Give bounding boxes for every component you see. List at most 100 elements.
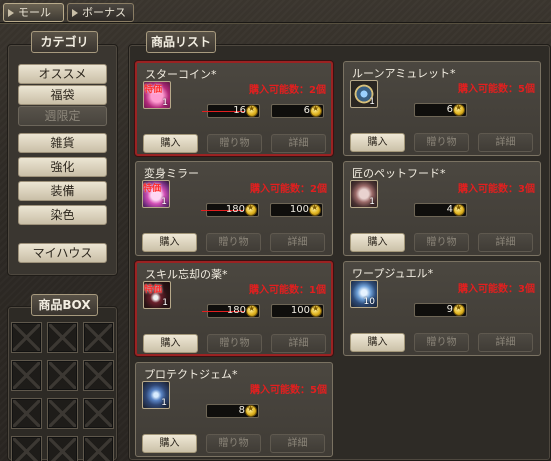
sale-price: 8 [206,404,259,418]
category-recommended[interactable]: オススメ [18,64,107,84]
product-name: ワープジュエル* [352,267,434,280]
sale-price: 100 [271,304,324,318]
category-title: カテゴリ [31,31,98,53]
gift-button: 贈り物 [414,333,469,352]
protect-gem-icon[interactable]: 1 [142,381,170,409]
item-quantity: 1 [369,197,375,207]
star-coin-icon [246,304,258,317]
gift-button: 贈り物 [207,334,262,353]
product-card: ルーンアミュレット* 購入可能数：5個 1 6 購入 贈り物 詳細 [343,61,541,156]
category-misc[interactable]: 雑貨 [18,133,107,153]
product-list-panel: スターコイン* 購入可能数：2個 特価 1 16 6 購入 贈り物 詳細 ルーン… [128,44,551,461]
box-slot[interactable] [83,436,114,461]
buy-button[interactable]: 購入 [350,133,405,152]
detail-button: 詳細 [271,334,326,353]
box-slot[interactable] [47,436,78,461]
special-price-badge: 特価 [143,184,162,194]
star-coin-icon [246,104,258,117]
star-coin-icon[interactable]: 特価 1 [143,81,171,109]
sale-price: 100 [270,203,323,217]
product-box-title: 商品BOX [31,294,98,316]
tab-bonus[interactable]: ボーナス [67,3,134,22]
star-coin-icon [310,104,322,117]
sale-price: 9 [414,303,467,317]
original-price-value: 180 [225,204,245,215]
buy-button[interactable]: 購入 [142,233,197,252]
star-coin-icon [245,404,257,417]
product-card: ワープジュエル* 購入可能数：3個 10 9 購入 贈り物 詳細 [343,261,541,356]
item-quantity: 1 [162,298,168,308]
gift-button: 贈り物 [414,133,469,152]
original-price: 16 [202,104,260,118]
detail-button: 詳細 [271,134,326,153]
detail-button: 詳細 [478,233,533,252]
product-card: スターコイン* 購入可能数：2個 特価 1 16 6 購入 贈り物 詳細 [135,61,333,156]
purchase-limit: 購入可能数：5個 [250,385,327,396]
box-slot[interactable] [47,322,78,353]
transform-mirror-icon[interactable]: 特価 1 [142,180,170,208]
product-box-panel [7,306,118,461]
detail-button: 詳細 [478,133,533,152]
gift-button: 贈り物 [206,434,261,453]
star-coin-icon [309,203,321,216]
detail-button: 詳細 [270,233,325,252]
category-equipment[interactable]: 装備 [18,181,107,201]
box-slot[interactable] [47,398,78,429]
triangle-icon [8,9,14,17]
product-name: ルーンアミュレット* [352,67,456,80]
product-name: スターコイン* [145,68,217,81]
purchase-limit: 購入可能数：1個 [249,285,326,296]
product-card: 匠のペットフード* 購入可能数：3個 1 4 購入 贈り物 詳細 [343,161,541,256]
tab-mall[interactable]: モール [3,3,64,22]
product-card: プロテクトジェム* 購入可能数：5個 1 8 購入 贈り物 詳細 [135,362,333,457]
special-price-badge: 特価 [144,285,163,295]
buy-button[interactable]: 購入 [350,233,405,252]
pet-food-icon[interactable]: 1 [350,180,378,208]
box-slot[interactable] [11,322,42,353]
original-price: 180 [201,203,259,217]
category-enhance[interactable]: 強化 [18,157,107,177]
category-dye[interactable]: 染色 [18,205,107,225]
rune-amulet-icon[interactable]: 1 [350,80,378,108]
buy-button[interactable]: 購入 [143,334,198,353]
top-divider [0,22,551,24]
star-coin-icon [453,303,465,316]
box-slot[interactable] [83,398,114,429]
sale-price: 4 [414,203,467,217]
product-card: スキル忘却の薬* 購入可能数：1個 特価 1 180 100 購入 贈り物 詳細 [135,261,333,356]
triangle-icon [72,9,78,17]
sale-price-value: 100 [290,305,310,316]
warp-jewel-icon[interactable]: 10 [350,280,378,308]
purchase-limit: 購入可能数：3個 [458,284,535,295]
buy-button[interactable]: 購入 [142,434,197,453]
original-price-value: 16 [233,105,246,116]
star-coin-icon [245,203,257,216]
product-list-title: 商品リスト [146,31,216,53]
product-name: 匠のペットフード* [352,167,446,180]
skill-potion-icon[interactable]: 特価 1 [143,281,171,309]
box-slot[interactable] [11,398,42,429]
category-my-house[interactable]: マイハウス [18,243,107,263]
box-slot[interactable] [83,322,114,353]
gift-button: 贈り物 [207,134,262,153]
item-quantity: 10 [363,297,375,307]
product-name: プロテクトジェム* [144,368,238,381]
product-card: 変身ミラー 購入可能数：2個 特価 1 180 100 購入 贈り物 詳細 [135,161,333,256]
product-name: 変身ミラー [144,167,199,180]
category-panel: オススメ 福袋 週限定 雑貨 強化 装備 染色 マイハウス [7,44,118,276]
buy-button[interactable]: 購入 [350,333,405,352]
star-coin-icon [453,103,465,116]
box-slot[interactable] [83,360,114,391]
tab-bonus-label: ボーナス [82,6,126,19]
category-lucky-bag[interactable]: 福袋 [18,85,107,105]
item-quantity: 1 [162,98,168,108]
buy-button[interactable]: 購入 [143,134,198,153]
sale-price-value: 100 [289,204,309,215]
detail-button: 詳細 [478,333,533,352]
item-quantity: 1 [369,97,375,107]
sale-price: 6 [414,103,467,117]
box-slot[interactable] [11,436,42,461]
box-slot[interactable] [47,360,78,391]
original-price: 180 [202,304,260,318]
box-slot[interactable] [11,360,42,391]
